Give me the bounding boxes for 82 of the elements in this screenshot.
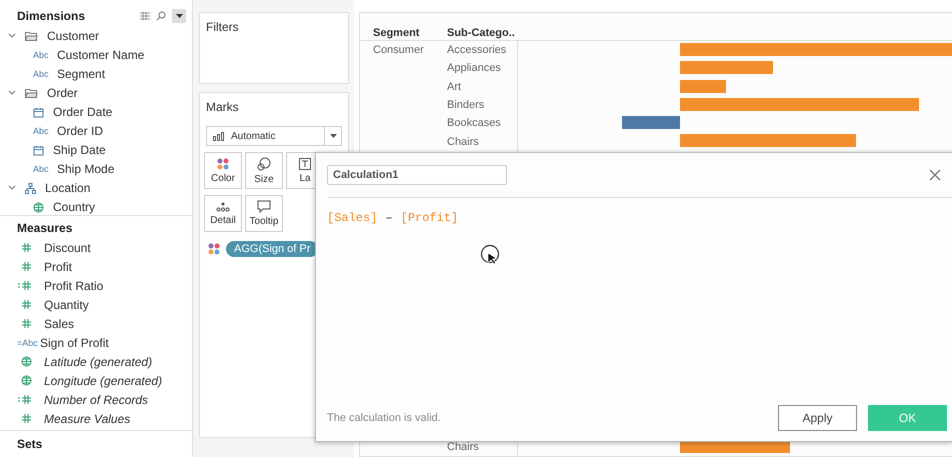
calendar-icon xyxy=(33,106,44,118)
field-label[interactable]: Latitude (generated) xyxy=(44,354,152,368)
field-label[interactable]: Sign of Profit xyxy=(40,336,109,350)
calculated-hash-icon xyxy=(18,280,32,291)
hash-icon xyxy=(21,299,32,310)
caret-icon xyxy=(176,14,182,18)
formula-text[interactable]: [Sales] – [Profit] xyxy=(316,198,952,238)
field-label[interactable]: Ship Date xyxy=(53,143,106,158)
chevron-down-icon[interactable] xyxy=(7,185,17,192)
category-label: Bookcases xyxy=(447,117,501,130)
field-label[interactable]: Customer Name xyxy=(57,48,144,62)
card-title: Marks xyxy=(206,100,239,114)
segment-label: Consumer xyxy=(373,44,424,56)
field-label[interactable]: Segment xyxy=(57,67,106,82)
field-label[interactable]: Longitude (generated) xyxy=(44,374,162,388)
category-label: Art xyxy=(447,80,462,93)
category-label: Chairs xyxy=(447,440,479,453)
section-title: Measures xyxy=(17,221,72,235)
hash-icon xyxy=(21,413,32,424)
bar-chart-icon xyxy=(213,132,225,140)
globe-icon xyxy=(33,202,44,213)
chevron-down-icon[interactable] xyxy=(7,90,17,96)
detail-dots-icon xyxy=(216,202,230,212)
card-title: Filters xyxy=(206,20,239,34)
field-label[interactable]: Order Date xyxy=(53,105,112,120)
marks-tile[interactable]: Color xyxy=(204,152,242,189)
field-label[interactable]: Order ID xyxy=(57,124,104,138)
apply-button[interactable]: Apply xyxy=(778,405,857,431)
abc-icon: Abc xyxy=(33,50,51,60)
calculated-hash-icon xyxy=(18,394,32,405)
hierarchy-icon xyxy=(25,182,36,194)
field-label[interactable]: Country xyxy=(53,200,96,214)
field-label[interactable]: Discount xyxy=(44,240,91,254)
caret-icon xyxy=(330,134,336,138)
folder-label[interactable]: Order xyxy=(47,86,78,100)
category-label: Chairs xyxy=(447,136,479,148)
close-button[interactable] xyxy=(929,169,941,181)
mark-type-dropdown[interactable]: Automatic xyxy=(206,126,342,146)
section-title: Dimensions xyxy=(17,9,86,24)
calendar-icon xyxy=(33,144,44,156)
hash-icon xyxy=(21,318,32,329)
text-label-icon xyxy=(299,158,311,170)
column-header: Sub-Catego.. xyxy=(446,27,516,39)
folder-label[interactable]: Location xyxy=(45,181,90,196)
marks-tile[interactable]: Size xyxy=(245,152,283,189)
category-label: Binders xyxy=(447,99,484,112)
globe-icon xyxy=(21,375,32,386)
column-header: Segment xyxy=(372,27,420,39)
calculated-abc-icon: =Abc xyxy=(17,338,40,348)
size-circles-icon xyxy=(257,156,271,170)
category-label: Accessories xyxy=(447,44,506,56)
field-label[interactable]: Sales xyxy=(44,316,74,330)
color-dots-icon xyxy=(217,158,229,170)
list-view-icon[interactable] xyxy=(140,12,150,20)
category-label: Appliances xyxy=(447,62,501,74)
field-label[interactable]: Number of Records xyxy=(44,392,148,406)
calculation-name-field[interactable]: Calculation1 xyxy=(327,165,507,185)
field-label[interactable]: Ship Mode xyxy=(57,162,114,176)
folder-icon xyxy=(25,31,38,42)
field-label[interactable]: Profit Ratio xyxy=(44,278,104,292)
cursor-icon xyxy=(480,244,500,266)
close-icon xyxy=(929,169,941,181)
hash-icon xyxy=(21,261,32,272)
abc-icon: Abc xyxy=(33,126,51,136)
folder-icon xyxy=(25,88,38,98)
marks-tile[interactable]: Detail xyxy=(204,195,242,232)
hash-icon xyxy=(21,242,32,253)
marks-tile[interactable]: Tooltip xyxy=(245,195,283,232)
color-dots-icon xyxy=(208,243,220,255)
field-label[interactable]: Quantity xyxy=(44,298,89,312)
field-label[interactable]: Profit xyxy=(44,260,72,274)
section-title: Sets xyxy=(17,437,42,451)
field-label[interactable]: Measure Values xyxy=(44,412,130,426)
dropdown-button[interactable] xyxy=(172,9,186,24)
chevron-down-icon[interactable] xyxy=(7,33,17,40)
globe-icon xyxy=(21,356,32,367)
search-icon[interactable] xyxy=(156,11,166,22)
folder-label[interactable]: Customer xyxy=(47,29,100,44)
abc-icon: Abc xyxy=(33,69,51,80)
speech-bubble-icon xyxy=(257,200,271,213)
abc-icon: Abc xyxy=(33,164,51,174)
validation-message: The calculation is valid. xyxy=(327,412,441,424)
